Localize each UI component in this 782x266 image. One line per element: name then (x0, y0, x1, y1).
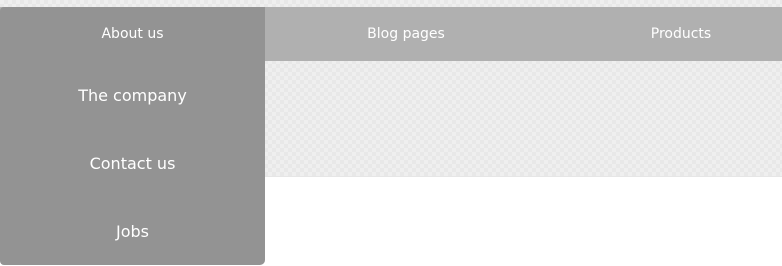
nav-item-about-us[interactable]: About us (0, 7, 265, 61)
top-navigation-bar: About us Blog pages Products (0, 7, 782, 61)
dropdown-item-label: Contact us (89, 153, 176, 173)
dropdown-item-jobs[interactable]: Jobs (0, 197, 265, 265)
nav-item-blog-pages[interactable]: Blog pages (265, 7, 547, 61)
nav-item-products[interactable]: Products (547, 7, 782, 61)
nav-item-label: Products (650, 26, 712, 42)
dropdown-item-label: The company (78, 85, 187, 105)
dropdown-item-the-company[interactable]: The company (0, 61, 265, 129)
nav-item-label: About us (101, 26, 164, 42)
dropdown-item-contact-us[interactable]: Contact us (0, 129, 265, 197)
dropdown-item-label: Jobs (116, 221, 149, 241)
nav-item-label: Blog pages (367, 26, 445, 42)
about-us-dropdown-menu: The company Contact us Jobs (0, 61, 265, 265)
